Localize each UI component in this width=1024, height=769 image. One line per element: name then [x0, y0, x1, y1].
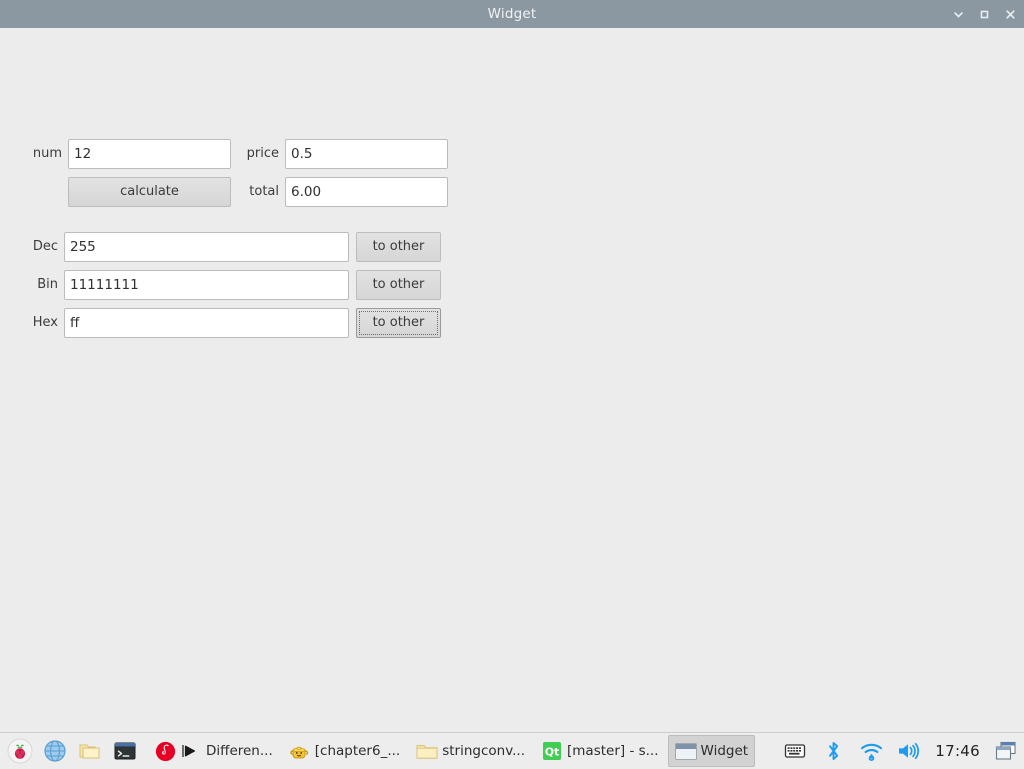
- hex-input[interactable]: [64, 308, 349, 338]
- volume-icon[interactable]: [897, 739, 921, 763]
- keyboard-icon[interactable]: [783, 739, 807, 763]
- hex-to-other-button[interactable]: to other: [356, 308, 441, 338]
- qt-creator-icon: Qt: [541, 740, 563, 762]
- window-controls: [950, 0, 1018, 28]
- widget-client-area: num price calculate total Dec to other B…: [0, 28, 1024, 732]
- bin-input[interactable]: [64, 270, 349, 300]
- bluetooth-icon[interactable]: [821, 739, 845, 763]
- calculate-button[interactable]: calculate: [68, 177, 231, 207]
- minimize-button[interactable]: [950, 6, 966, 22]
- base-converter-form: Dec to other Bin to other Hex to other: [24, 232, 441, 346]
- dec-label: Dec: [32, 239, 58, 254]
- window-icon: [675, 740, 697, 762]
- total-label: total: [249, 184, 279, 199]
- file-manager-icon[interactable]: [76, 737, 104, 765]
- taskbar-launchers: [0, 737, 139, 765]
- task-button-chapter6[interactable]: [chapter6_...: [282, 735, 407, 767]
- price-input[interactable]: [285, 139, 448, 169]
- calculate-total-row: calculate total: [24, 177, 448, 207]
- num-price-row: num price: [24, 139, 448, 169]
- system-tray: 17:46: [783, 739, 1024, 763]
- dec-input[interactable]: [64, 232, 349, 262]
- task-label: Differen...: [206, 743, 273, 759]
- dec-to-other-button[interactable]: to other: [356, 232, 441, 262]
- window-switcher-icon[interactable]: [994, 739, 1018, 763]
- task-label: stringconv...: [442, 743, 526, 759]
- price-label: price: [246, 146, 279, 161]
- num-input[interactable]: [68, 139, 231, 169]
- raspberry-pi-menu-icon[interactable]: [6, 737, 34, 765]
- bin-row: Bin to other: [24, 270, 441, 300]
- task-label: [master] - s...: [567, 743, 659, 759]
- task-button-stringconv[interactable]: stringconv...: [409, 735, 532, 767]
- task-button-widget[interactable]: Widget: [667, 735, 756, 767]
- task-label: Widget: [700, 743, 749, 759]
- window-titlebar[interactable]: Widget: [0, 0, 1024, 28]
- total-input[interactable]: [285, 177, 448, 207]
- bin-to-other-button[interactable]: to other: [356, 270, 441, 300]
- task-button-qtcreator[interactable]: Qt [master] - s...: [534, 735, 666, 767]
- bin-label: Bin: [37, 277, 58, 292]
- price-calculator-form: num price calculate total: [24, 139, 448, 215]
- num-label: num: [32, 146, 62, 161]
- taskbar: Differen... [chapter6_... stringconv... …: [0, 732, 1024, 769]
- task-button-music[interactable]: Differen...: [147, 735, 280, 767]
- folder-icon: [416, 740, 438, 762]
- hex-label: Hex: [32, 315, 58, 330]
- taskbar-window-list: Differen... [chapter6_... stringconv... …: [147, 735, 756, 767]
- teapot-icon: [289, 740, 311, 762]
- dec-row: Dec to other: [24, 232, 441, 262]
- netease-music-icon: [154, 740, 176, 762]
- close-button[interactable]: [1002, 6, 1018, 22]
- clock[interactable]: 17:46: [935, 742, 980, 760]
- maximize-button[interactable]: [976, 6, 992, 22]
- web-browser-icon[interactable]: [41, 737, 69, 765]
- task-label: [chapter6_...: [314, 743, 401, 759]
- svg-text:Qt: Qt: [545, 745, 560, 758]
- wifi-icon[interactable]: [859, 739, 883, 763]
- window-title: Widget: [487, 6, 537, 22]
- play-icon: [180, 740, 202, 762]
- terminal-icon[interactable]: [111, 737, 139, 765]
- hex-row: Hex to other: [24, 308, 441, 338]
